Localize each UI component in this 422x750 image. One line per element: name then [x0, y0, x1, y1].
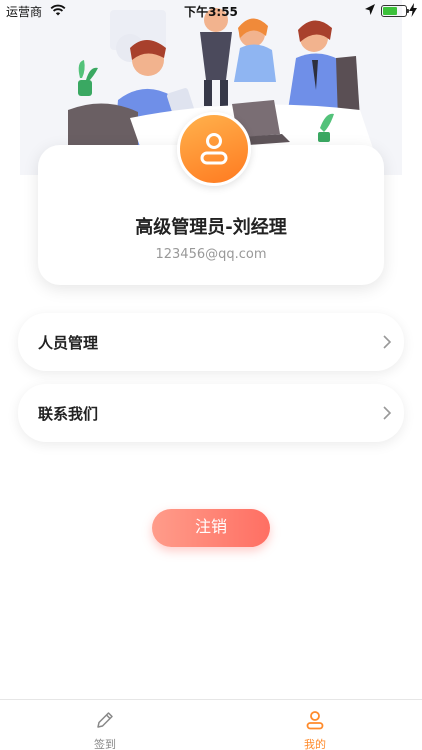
chevron-right-icon	[383, 335, 392, 349]
charging-bolt-icon	[409, 3, 417, 17]
menu-item-staff-management[interactable]: 人员管理	[18, 313, 404, 371]
tab-label: 签到	[94, 738, 116, 750]
tab-label: 我的	[304, 738, 326, 750]
clock-time: 下午3:55	[184, 5, 238, 19]
menu-item-label: 联系我们	[38, 405, 99, 423]
avatar[interactable]	[177, 112, 251, 186]
profile-name: 高级管理员-刘经理	[135, 217, 287, 238]
user-icon	[306, 711, 324, 730]
location-arrow-icon	[365, 4, 375, 15]
tab-bar: 签到 我的	[0, 699, 422, 750]
pencil-icon	[97, 712, 113, 728]
user-icon	[200, 133, 228, 165]
logout-button[interactable]: 注销	[152, 509, 270, 547]
battery-icon	[381, 5, 409, 17]
tab-sign-in[interactable]: 签到	[65, 700, 145, 750]
menu-item-label: 人员管理	[38, 334, 99, 352]
chevron-right-icon	[383, 406, 392, 420]
status-bar: 运营商 下午3:55	[0, 0, 422, 22]
battery-level	[383, 7, 397, 15]
profile-email: 123456@qq.com	[155, 247, 267, 262]
tab-mine[interactable]: 我的	[275, 700, 355, 750]
menu-item-contact-us[interactable]: 联系我们	[18, 384, 404, 442]
